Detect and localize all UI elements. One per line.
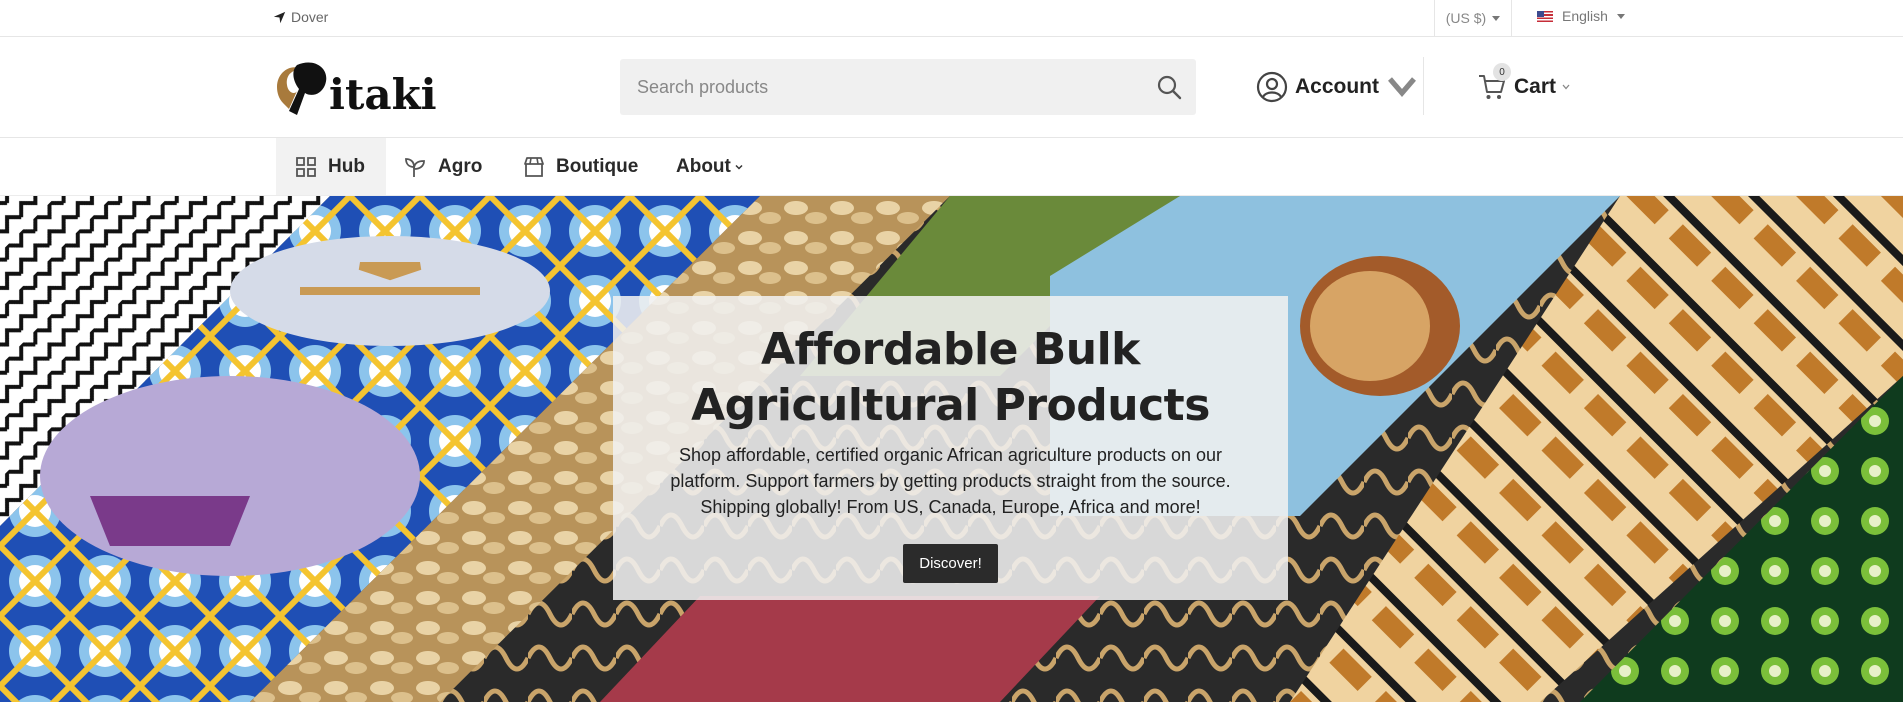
hero-title-line2: Agricultural Products — [691, 380, 1210, 431]
nav-item-about[interactable]: About — [658, 138, 761, 195]
search-input[interactable] — [620, 59, 1120, 115]
location-label: Dover — [291, 9, 329, 25]
language-label: English — [1562, 8, 1608, 24]
hero-description-line3: Shipping globally! From US, Canada, Euro… — [700, 497, 1201, 517]
nav-item-boutique[interactable]: Boutique — [504, 138, 656, 195]
hero-description-line2: platform. Support farmers by getting pro… — [670, 471, 1231, 491]
store-icon — [524, 156, 544, 177]
grid-icon — [296, 156, 316, 177]
cart-button[interactable]: 0 Cart — [1476, 63, 1570, 103]
cart-count-badge: 0 — [1493, 63, 1511, 81]
hero-title: Affordable Bulk Agricultural Products — [613, 322, 1288, 434]
chevron-down-icon — [735, 164, 743, 170]
header: itaki Account 0 Cart — [0, 37, 1903, 138]
nav-label-agro: Agro — [438, 155, 483, 177]
chevron-down-icon — [1388, 77, 1416, 97]
top-bar: Dover (US $) English — [0, 0, 1903, 37]
header-divider — [1423, 57, 1424, 115]
logo[interactable]: itaki — [275, 59, 455, 117]
hero-title-line1: Affordable Bulk — [761, 324, 1140, 375]
account-menu[interactable]: Account — [1256, 71, 1418, 103]
search-box — [620, 59, 1196, 115]
nav-label-boutique: Boutique — [556, 155, 639, 177]
location-arrow-icon — [273, 11, 286, 23]
user-circle-icon — [1256, 71, 1288, 103]
currency-label: (US $) — [1445, 10, 1487, 26]
language-selector[interactable]: English — [1537, 8, 1625, 24]
caret-down-icon — [1492, 15, 1501, 21]
nav-item-agro[interactable]: Agro — [386, 138, 500, 195]
cart-label: Cart — [1514, 75, 1557, 98]
location-selector[interactable]: Dover — [273, 9, 328, 25]
hero-description-line1: Shop affordable, certified organic Afric… — [679, 445, 1222, 465]
chevron-down-icon — [1562, 84, 1570, 90]
search-icon[interactable] — [1156, 74, 1182, 100]
logo-text: itaki — [329, 70, 437, 117]
nav-label-about: About — [676, 155, 731, 177]
us-flag-icon — [1537, 10, 1553, 22]
caret-down-icon — [1616, 13, 1625, 19]
currency-selector[interactable]: (US $) — [1434, 0, 1512, 36]
hero-description: Shop affordable, certified organic Afric… — [613, 442, 1288, 520]
main-nav: Hub Agro Boutique About — [0, 138, 1903, 196]
hero-banner: Affordable Bulk Agricultural Products Sh… — [0, 196, 1903, 702]
discover-button[interactable]: Discover! — [903, 544, 998, 583]
nav-label-hub: Hub — [328, 155, 365, 177]
sprout-icon — [405, 157, 425, 177]
nav-item-hub[interactable]: Hub — [276, 138, 386, 195]
hero-card: Affordable Bulk Agricultural Products Sh… — [613, 296, 1288, 600]
account-label: Account — [1295, 75, 1379, 98]
